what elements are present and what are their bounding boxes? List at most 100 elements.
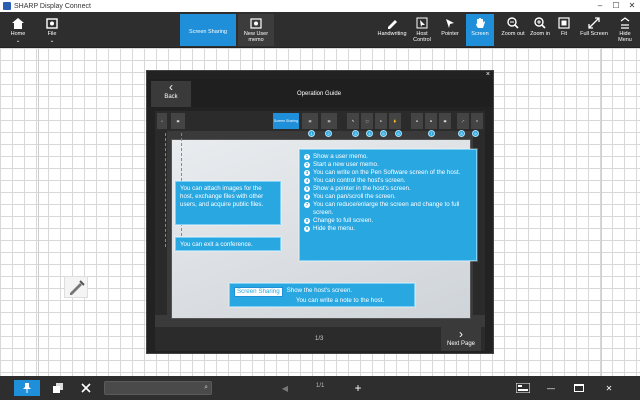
callout-line1: Show the host's screen.	[286, 287, 353, 294]
pointer-button[interactable]: Pointer	[436, 14, 464, 46]
marker-9: 9	[472, 130, 479, 137]
host-control-button[interactable]: Host Control	[410, 14, 434, 46]
hide-menu-icon	[617, 16, 633, 30]
callout-item: 6 You can pan/scroll the screen.	[304, 193, 472, 201]
screen-sharing-button[interactable]: Screen Sharing	[180, 14, 236, 46]
preview-zoom-in-icon: ⊕	[425, 113, 437, 129]
restore-panel-button[interactable]	[568, 380, 590, 396]
chevron-down-icon: ⌄	[49, 38, 55, 44]
zoom-in-icon	[532, 16, 548, 30]
callout-item-text: You can control the host's screen.	[313, 177, 406, 184]
window-icon	[574, 384, 584, 392]
marker-6: 6	[395, 130, 402, 137]
layout-button[interactable]	[512, 380, 534, 396]
callout-item-text: You can pan/scroll the screen.	[313, 193, 396, 200]
add-page-button[interactable]: +	[346, 380, 370, 396]
preview-home-icon: ⌂	[157, 113, 167, 129]
hide-menu-button[interactable]: Hide Menu	[612, 14, 638, 46]
layout-icon	[516, 383, 530, 393]
callout-number: 9	[304, 226, 310, 232]
home-button[interactable]: Home ⌄	[4, 14, 32, 46]
pen-icon	[70, 280, 85, 295]
zoom-out-label: Zoom out	[501, 31, 525, 37]
screen-sharing-label: Screen Sharing	[189, 28, 227, 35]
callout-home-text: You can exit a conference.	[180, 241, 253, 248]
callout-item-text: Start a new user memo.	[313, 161, 379, 168]
callout-item: 8 Change to full screen.	[304, 217, 472, 225]
callout-number: 3	[304, 170, 310, 176]
zoom-out-icon	[505, 16, 521, 30]
guide-title: Operation Guide	[297, 91, 342, 97]
margin-line-right	[601, 48, 602, 376]
search-icon[interactable]: ⌕	[204, 384, 208, 392]
pin-button[interactable]	[14, 380, 40, 396]
hide-menu-label: Hide Menu	[618, 31, 632, 43]
triangle-left-icon: ◀	[281, 383, 289, 393]
memo-icon	[248, 16, 264, 30]
file-button[interactable]: File ⌄	[38, 14, 66, 46]
callout-item: 2 Start a new user memo.	[304, 161, 472, 169]
preview-hand-icon: ✋	[389, 113, 401, 129]
tools-button[interactable]	[76, 380, 96, 396]
preview-cursor-icon: ▢	[361, 113, 373, 129]
callout-number: 4	[304, 178, 310, 184]
preview-zoom-out-icon: ⊖	[411, 113, 423, 129]
close-panel-button[interactable]: ✕	[598, 380, 620, 396]
close-window-button[interactable]: ✕	[624, 0, 640, 12]
next-page-button[interactable]: › Next Page	[441, 327, 481, 351]
marker-4: 4	[366, 130, 373, 137]
callout-screen-sharing: Screen Sharing Show the host's screen. Y…	[229, 283, 415, 307]
callout-item-text: You can reduce/enlarge the screen and ch…	[313, 201, 460, 216]
app-icon	[3, 2, 11, 10]
search-input[interactable]	[105, 382, 197, 394]
margin-line-left	[38, 48, 39, 376]
maximize-button[interactable]: ☐	[608, 0, 624, 12]
callout-number: 8	[304, 218, 310, 224]
screen-button[interactable]: Screen	[466, 14, 494, 46]
title-bar: SHARP Display Connect – ☐ ✕	[0, 0, 640, 12]
fit-button[interactable]: Fit	[554, 14, 574, 46]
zoom-out-button[interactable]: Zoom out	[500, 14, 526, 46]
chevron-right-icon: ›	[459, 327, 463, 341]
pages-button[interactable]	[48, 380, 68, 396]
hand-icon	[472, 16, 488, 30]
preview-file-icon: ▣	[171, 113, 185, 129]
preview-memo2-icon: ▤	[321, 113, 337, 129]
full-screen-button[interactable]: Full Screen	[580, 14, 608, 46]
handwriting-button[interactable]: Handwriting	[376, 14, 408, 46]
search-box[interactable]: ⌕	[104, 381, 212, 395]
prev-page-button[interactable]: ◀	[276, 380, 294, 396]
home-label: Home	[10, 31, 26, 37]
handwriting-label: Handwriting	[377, 31, 407, 37]
back-label: Back	[164, 94, 178, 100]
minimize-button[interactable]: –	[592, 0, 608, 12]
pointer-label: Pointer	[441, 31, 459, 37]
guide-close-button[interactable]: ×	[486, 71, 490, 78]
callout-number: 5	[304, 186, 310, 192]
guide-header: ‹ Back Operation Guide	[147, 79, 493, 107]
page-indicator: 1/1	[316, 383, 325, 389]
pin-icon	[23, 383, 31, 393]
minimize-panel-button[interactable]: —	[540, 380, 562, 396]
guide-footer: 1/3 › Next Page	[155, 327, 485, 351]
callout-item-text: Show a pointer in the host's screen.	[313, 185, 411, 192]
marker-5: 5	[380, 130, 387, 137]
guide-line-left	[165, 133, 166, 247]
callout-number: 6	[304, 194, 310, 200]
back-button[interactable]: ‹ Back	[151, 81, 191, 107]
pen-palette-button[interactable]	[64, 276, 88, 298]
callout-number: 1	[304, 154, 310, 160]
callout-item: 4 You can control the host's screen.	[304, 177, 472, 185]
callout-item: 3 You can write on the Pen Software scree…	[304, 169, 472, 177]
callout-item: 1 Show a user memo.	[304, 153, 472, 161]
pages-icon	[53, 383, 63, 393]
guide-page-indicator: 1/3	[315, 336, 324, 342]
next-page-label: Next Page	[446, 341, 476, 347]
zoom-in-button[interactable]: Zoom in	[528, 14, 552, 46]
callout-item: 7 You can reduce/enlarge the screen and c…	[304, 201, 472, 217]
callout-toolbar-list: 1 Show a user memo. 2 Start a new user mem…	[299, 149, 477, 261]
new-user-memo-button[interactable]: New User memo	[238, 14, 274, 46]
callout-file-info: You can attach images for the host, exch…	[175, 181, 281, 225]
pointer-icon	[442, 16, 458, 30]
tools-icon	[81, 383, 91, 393]
